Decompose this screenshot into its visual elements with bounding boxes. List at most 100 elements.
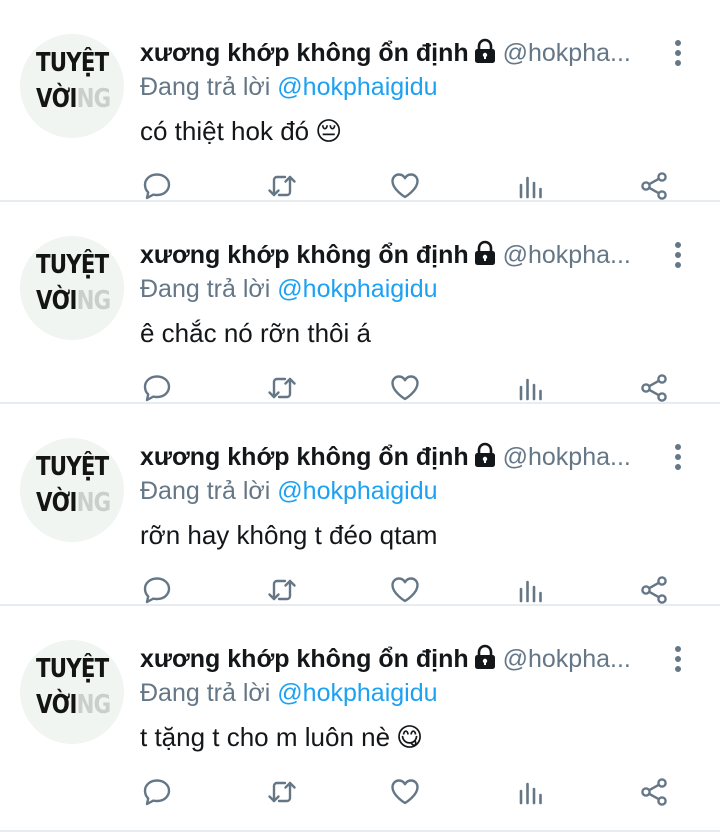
retweet-icon [268, 579, 296, 601]
replying-to-label: Đang trả lời [140, 679, 271, 707]
analytics-icon [519, 580, 542, 603]
replying-to: Đang trả lời @hokphaigidu [140, 72, 438, 102]
tweet-actions [0, 166, 720, 206]
tweet-header: xương khớp không ổn định @hokpha... [140, 240, 660, 273]
avatar[interactable]: TUYỆT VỜING [20, 438, 124, 542]
reply-button[interactable] [137, 166, 177, 206]
like-button[interactable] [385, 368, 425, 408]
tweet-text-content: t tặng t cho m luôn nè [140, 722, 391, 752]
tweet-text: t tặng t cho m luôn nè 😋 [140, 721, 423, 754]
reply-icon [143, 779, 171, 806]
like-button[interactable] [385, 166, 425, 206]
heart-icon [391, 173, 419, 199]
display-name[interactable]: xương khớp không ổn định [140, 645, 469, 673]
more-vertical-icon[interactable] [668, 40, 690, 68]
share-button[interactable] [634, 368, 674, 408]
analytics-icon [519, 378, 542, 401]
avatar-text-faded: NG [76, 690, 112, 720]
analytics-icon [519, 176, 542, 199]
heart-icon [391, 375, 419, 401]
avatar-text-line2: VỜING [36, 488, 112, 518]
more-vertical-icon[interactable] [668, 242, 690, 270]
tweet-emoji: 😔 [315, 117, 343, 147]
reply-icon [143, 173, 171, 200]
analytics-button[interactable] [511, 368, 551, 408]
tweet-text-content: rỡn hay không t đéo qtam [140, 520, 438, 550]
tweet-actions [0, 570, 720, 610]
tweet-actions [0, 368, 720, 408]
avatar-text-strong: VỜI [36, 84, 77, 114]
analytics-button[interactable] [511, 772, 551, 812]
tweet-header: xương khớp không ổn định @hokpha... [140, 442, 660, 475]
avatar-text-line1: TUYỆT [36, 250, 109, 280]
like-button[interactable] [385, 772, 425, 812]
retweet-button[interactable] [262, 368, 302, 408]
share-icon [641, 374, 667, 402]
lock-icon [473, 38, 497, 71]
reply-button[interactable] [137, 772, 177, 812]
analytics-button[interactable] [511, 570, 551, 610]
display-name[interactable]: xương khớp không ổn định [140, 241, 469, 269]
avatar[interactable]: TUYỆT VỜING [20, 236, 124, 340]
replying-to-label: Đang trả lời [140, 275, 271, 303]
tweet[interactable]: TUYỆT VỜING xương khớp không ổn định @hok… [0, 202, 720, 404]
display-name[interactable]: xương khớp không ổn định [140, 443, 469, 471]
share-button[interactable] [634, 772, 674, 812]
timeline: TUYỆT VỜING xương khớp không ổn định @hok… [0, 0, 720, 832]
retweet-icon [268, 377, 296, 399]
avatar-text-line2: VỜING [36, 286, 112, 316]
heart-icon [391, 779, 419, 805]
retweet-button[interactable] [262, 570, 302, 610]
avatar[interactable]: TUYỆT VỜING [20, 34, 124, 138]
lock-icon [473, 240, 497, 273]
heart-icon [391, 577, 419, 603]
lock-icon [473, 644, 497, 677]
retweet-icon [268, 175, 296, 197]
avatar-text-strong: VỜI [36, 286, 77, 316]
reply-mention-link[interactable]: @hokphaigidu [277, 275, 437, 303]
replying-to: Đang trả lời @hokphaigidu [140, 274, 438, 304]
share-icon [641, 778, 667, 806]
reply-icon [143, 375, 171, 402]
tweet-text: ê chắc nó rỡn thôi á [140, 317, 377, 350]
tweet-text: rỡn hay không t đéo qtam [140, 519, 443, 552]
avatar-text-faded: NG [76, 84, 112, 114]
avatar-text-strong: VỜI [36, 690, 77, 720]
reply-mention-link[interactable]: @hokphaigidu [277, 73, 437, 101]
replying-to: Đang trả lời @hokphaigidu [140, 476, 438, 506]
reply-mention-link[interactable]: @hokphaigidu [277, 679, 437, 707]
avatar-text-faded: NG [76, 286, 112, 316]
analytics-button[interactable] [511, 166, 551, 206]
like-button[interactable] [385, 570, 425, 610]
replying-to-label: Đang trả lời [140, 477, 271, 505]
reply-button[interactable] [137, 570, 177, 610]
avatar-text-line1: TUYỆT [36, 48, 109, 78]
avatar-text-faded: NG [76, 488, 112, 518]
tweet-text: có thiệt hok đó 😔 [140, 115, 342, 148]
tweet[interactable]: TUYỆT VỜING xương khớp không ổn định @hok… [0, 404, 720, 606]
share-button[interactable] [634, 570, 674, 610]
user-handle[interactable]: @hokpha... [503, 241, 631, 269]
reply-mention-link[interactable]: @hokphaigidu [277, 477, 437, 505]
reply-button[interactable] [137, 368, 177, 408]
avatar[interactable]: TUYỆT VỜING [20, 640, 124, 744]
retweet-button[interactable] [262, 772, 302, 812]
avatar-text-line2: VỜING [36, 690, 112, 720]
user-handle[interactable]: @hokpha... [503, 39, 631, 67]
lock-icon [473, 442, 497, 475]
share-icon [641, 172, 667, 200]
more-vertical-icon[interactable] [668, 444, 690, 472]
tweet-text-content: ê chắc nó rỡn thôi á [140, 318, 371, 348]
tweet[interactable]: TUYỆT VỜING xương khớp không ổn định @hok… [0, 606, 720, 832]
more-vertical-icon[interactable] [668, 646, 690, 674]
display-name[interactable]: xương khớp không ổn định [140, 39, 469, 67]
tweet[interactable]: TUYỆT VỜING xương khớp không ổn định @hok… [0, 0, 720, 202]
avatar-text-line1: TUYỆT [36, 654, 109, 684]
retweet-button[interactable] [262, 166, 302, 206]
replying-to-label: Đang trả lời [140, 73, 271, 101]
user-handle[interactable]: @hokpha... [503, 645, 631, 673]
share-button[interactable] [634, 166, 674, 206]
tweet-actions [0, 772, 720, 812]
user-handle[interactable]: @hokpha... [503, 443, 631, 471]
analytics-icon [519, 782, 542, 805]
